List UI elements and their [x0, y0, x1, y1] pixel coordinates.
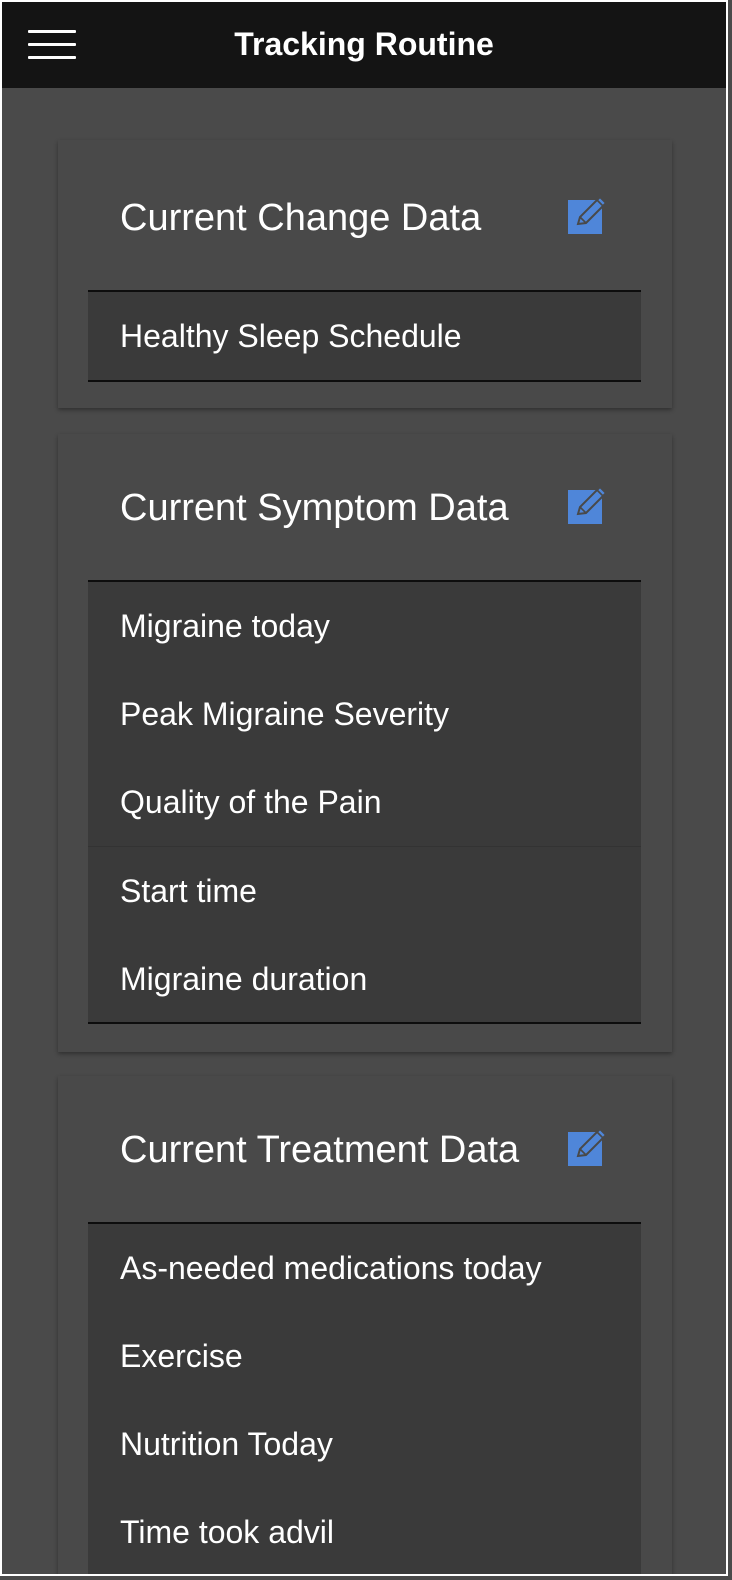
current-symptom-data-card: Current Symptom Data Migraine today Peak…	[58, 434, 672, 1052]
card-title: Current Change Data	[120, 197, 482, 239]
current-change-data-card: Current Change Data Healthy Sleep Schedu…	[58, 140, 672, 408]
edit-icon[interactable]	[566, 1124, 610, 1168]
treatment-data-list: As-needed medications today Exercise Nut…	[88, 1222, 641, 1574]
edit-icon[interactable]	[566, 192, 610, 236]
list-item[interactable]: As-needed medications today	[88, 1224, 641, 1312]
list-item[interactable]: Migraine today	[88, 582, 641, 670]
list-item[interactable]: Nutrition Today	[88, 1400, 641, 1488]
list-item[interactable]: Healthy Sleep Schedule	[88, 292, 641, 380]
app-screen: Tracking Routine Current Change Data Hea…	[0, 0, 728, 1576]
current-treatment-data-card: Current Treatment Data As-needed medicat…	[58, 1076, 672, 1574]
list-item[interactable]: Start time	[88, 846, 641, 935]
list-item[interactable]: Peak Migraine Severity	[88, 670, 641, 758]
card-title: Current Symptom Data	[120, 487, 509, 529]
card-title: Current Treatment Data	[120, 1129, 520, 1171]
list-item[interactable]: Exercise	[88, 1312, 641, 1400]
symptom-data-list: Migraine today Peak Migraine Severity Qu…	[88, 580, 641, 1024]
list-item[interactable]: Migraine duration	[88, 935, 641, 1023]
top-app-bar: Tracking Routine	[2, 2, 726, 88]
edit-icon[interactable]	[566, 482, 610, 526]
list-item[interactable]: Quality of the Pain	[88, 758, 641, 846]
page-title: Tracking Routine	[234, 26, 494, 62]
list-item[interactable]: Time took advil	[88, 1488, 641, 1574]
change-data-list: Healthy Sleep Schedule	[88, 290, 641, 382]
